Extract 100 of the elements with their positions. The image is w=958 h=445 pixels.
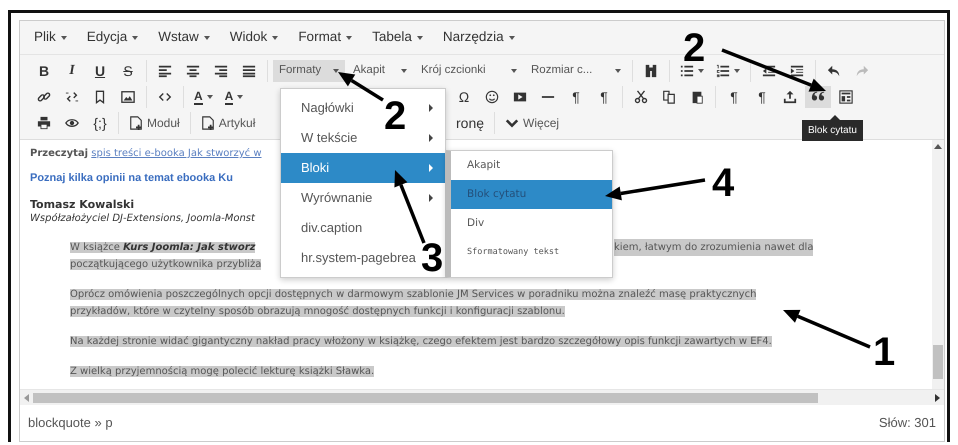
callout-number: 1 xyxy=(873,332,896,372)
word-count: Słów: 301 xyxy=(878,414,936,432)
bullet-list-icon xyxy=(680,64,694,78)
quote-text: Na każdej stronie widać gigantyczny nakład pracy włożony w książkę, czego efektem jest bardzo szczegółowy opis funkcji zawartych w EF4. xyxy=(70,336,772,347)
caret-icon xyxy=(698,69,704,73)
caret-icon xyxy=(401,69,407,73)
caret-icon xyxy=(132,36,138,40)
scroll-right-icon[interactable] xyxy=(935,394,940,402)
align-right-icon xyxy=(214,64,228,78)
indent-icon xyxy=(790,64,804,78)
scissors-icon xyxy=(634,90,648,104)
document-icon xyxy=(200,116,215,130)
caret-icon xyxy=(508,36,515,40)
element-path: blockquote » p xyxy=(28,414,113,432)
media-icon xyxy=(513,90,527,104)
copy-icon xyxy=(662,90,676,104)
menu-item[interactable]: Format xyxy=(290,25,360,50)
menu-item[interactable]: Plik xyxy=(26,25,75,50)
scrollbar-thumb[interactable] xyxy=(933,345,943,379)
caret-icon xyxy=(204,36,210,40)
caret-icon xyxy=(272,36,278,40)
printer-icon xyxy=(37,116,51,130)
menu-item[interactable]: Wstaw xyxy=(150,25,218,50)
unlink-icon xyxy=(65,90,79,104)
callout-number: 3 xyxy=(421,238,444,278)
menu-item[interactable]: Bloki xyxy=(281,153,445,183)
image-icon xyxy=(121,90,135,104)
smiley-icon xyxy=(485,90,499,104)
template-icon xyxy=(839,90,853,104)
quote-text: początkującego użytkownika przybliża xyxy=(70,259,262,270)
outdent-icon xyxy=(762,64,776,78)
toolbar-button[interactable]: ¶ xyxy=(591,86,617,108)
menu-item[interactable]: W tekście xyxy=(301,128,358,148)
format-dropdown[interactable]: Formaty xyxy=(273,60,345,82)
toolbar-button[interactable]: {;} xyxy=(87,112,113,134)
align-left-icon xyxy=(158,64,172,78)
caret-icon xyxy=(346,36,352,40)
toolbar-button[interactable]: Moduł xyxy=(124,112,185,134)
toolbar-button[interactable]: I xyxy=(59,60,85,82)
menu-item[interactable]: Narzędzia xyxy=(434,25,523,50)
menu-item[interactable]: Akapit xyxy=(451,151,612,180)
callout-number: 4 xyxy=(712,163,734,203)
align-justify-icon xyxy=(242,64,256,78)
menu-item[interactable]: Wyrównanie xyxy=(301,188,372,208)
quote-text: Oprócz omówienia poszczególnych opcji dostępnych w darmowym szablonie JM Services w poradniku można znaleźć masę praktycznych xyxy=(70,289,756,300)
caret-icon xyxy=(416,36,423,40)
label-text: Przeczytaj xyxy=(30,148,88,159)
format-dropdown[interactable]: Rozmiar c... xyxy=(525,60,627,82)
align-center-icon xyxy=(186,64,200,78)
toolbar-button[interactable]: S xyxy=(115,60,141,82)
color-button[interactable]: A xyxy=(220,86,248,108)
menu-item[interactable]: hr.system-pagebrea xyxy=(301,248,416,268)
caret-icon xyxy=(734,69,740,73)
paste-icon xyxy=(690,90,704,104)
quote-text: przykładów, które w czytelny sposób obrazują mnogość dostępnych funkcji i konfiguracji szablonu. xyxy=(70,306,565,317)
callout-number: 2 xyxy=(683,28,706,68)
caret-icon xyxy=(511,69,517,73)
toolbar-button[interactable]: U xyxy=(87,60,113,82)
toolbar-button[interactable]: ¶ xyxy=(563,86,589,108)
toolbar-button[interactable]: ¶ xyxy=(749,86,775,108)
quote-text: kiem, łatwym do zrozumienia nawet dla xyxy=(614,239,814,256)
scroll-up-icon[interactable] xyxy=(934,144,942,149)
toolbar-button[interactable]: B xyxy=(31,60,57,82)
caret-icon xyxy=(60,36,67,40)
menu-item[interactable]: Edycja xyxy=(78,25,146,50)
numbered-list-icon xyxy=(716,64,730,78)
format-dropdown[interactable]: Krój czcionki xyxy=(415,60,523,82)
toolbar-button[interactable]: Ω xyxy=(451,86,477,108)
author-role: Współzałożyciel DJ-Extensions, Joomla-Monst xyxy=(30,212,255,225)
menu-item[interactable]: div.caption xyxy=(301,218,362,238)
toolbar-button[interactable]: ¶ xyxy=(721,86,747,108)
toolbar-button[interactable]: ronę xyxy=(451,112,490,134)
menu-item[interactable]: Widok xyxy=(222,25,286,50)
tooltip: Blok cytatu xyxy=(802,120,863,141)
document-icon xyxy=(129,116,143,130)
scrollbar-thumb[interactable] xyxy=(33,392,818,402)
code-icon xyxy=(158,90,172,104)
author-name: Tomasz Kowalski xyxy=(30,198,134,212)
upload-icon xyxy=(783,90,797,104)
callout-number: 2 xyxy=(384,96,406,136)
menu-item[interactable]: Sformatowany tekst xyxy=(451,238,612,267)
heading-link[interactable]: Poznaj kilka opinii na temat ebooka Ku xyxy=(30,171,233,186)
binoculars-icon xyxy=(644,64,658,78)
text-link[interactable]: spis treści e-booka Jak stworzyć w xyxy=(91,148,262,159)
bookmark-icon xyxy=(93,90,107,104)
redo-icon xyxy=(855,64,869,78)
quote-text: Z wielką przyjemnością mogę polecić lekturę książki Sławka. xyxy=(70,366,374,377)
menu-item[interactable]: Tabela xyxy=(364,25,431,50)
menu-item[interactable]: Div xyxy=(451,209,612,238)
toolbar-button[interactable]: Więcej xyxy=(500,112,564,134)
toolbar-button[interactable]: Artykuł xyxy=(196,112,260,134)
caret-icon xyxy=(237,95,244,99)
caret-icon xyxy=(615,69,621,73)
color-button[interactable]: A xyxy=(189,86,218,108)
link-icon xyxy=(37,90,51,104)
undo-icon xyxy=(827,64,841,78)
quote-text: W książce Kurs Joomla: Jak stworz xyxy=(70,242,256,253)
menu-item[interactable]: Nagłówki xyxy=(301,98,354,118)
caret-icon xyxy=(206,95,213,99)
eye-icon xyxy=(65,116,79,130)
